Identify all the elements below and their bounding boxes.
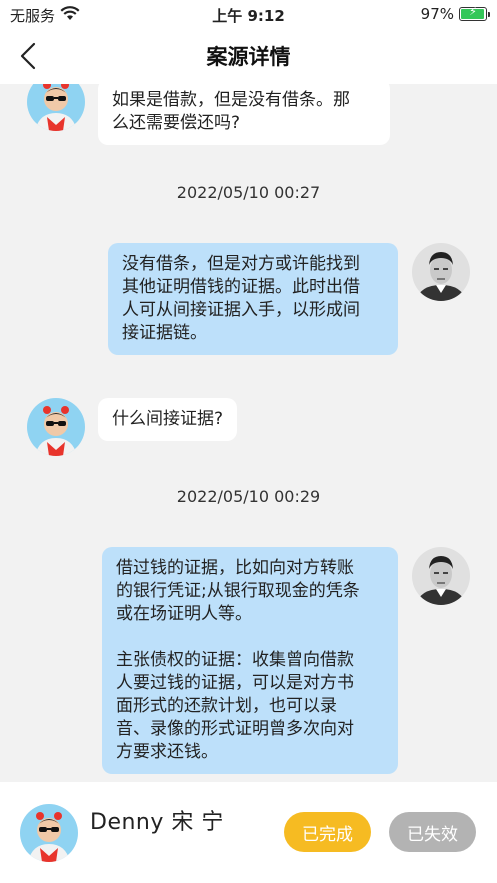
- man-avatar-icon: [412, 547, 470, 605]
- child-avatar-icon: [20, 804, 78, 862]
- lawyer-avatar[interactable]: [412, 547, 470, 605]
- message-timestamp: 2022/05/10 00:27: [176, 183, 321, 202]
- man-avatar-icon: [412, 243, 470, 301]
- nav-bar: 案源详情: [0, 28, 497, 84]
- charging-bolt-icon: ⚡: [469, 5, 477, 18]
- battery-percent: 97%: [420, 5, 454, 23]
- client-name: Denny 宋 宁: [90, 810, 224, 835]
- status-bar: 无服务 上午 9:12 97% ⚡: [0, 0, 497, 28]
- lawyer-avatar[interactable]: [412, 243, 470, 301]
- status-right: 97% ⚡: [420, 5, 490, 23]
- case-footer: Denny 宋 宁 已完成 已失效: [0, 782, 497, 883]
- child-avatar-icon: [27, 84, 85, 131]
- battery-icon: ⚡: [459, 5, 490, 21]
- message-bubble[interactable]: 没有借条，但是对方或许能找到 其他证明借钱的证据。此时出借 人可从间接证据入手，…: [108, 243, 398, 355]
- page-title: 案源详情: [206, 45, 291, 69]
- message-timestamp: 2022/05/10 00:29: [176, 487, 321, 506]
- message-bubble[interactable]: 什么间接证据?: [98, 398, 238, 441]
- chat-area[interactable]: 如果是借款，但是没有借条。那 么还需要偿还吗? 2022/05/10 00:27…: [0, 84, 497, 782]
- client-avatar[interactable]: [27, 398, 85, 456]
- client-avatar[interactable]: [20, 804, 78, 862]
- expired-button[interactable]: 已失效: [389, 812, 476, 852]
- message-bubble[interactable]: 借过钱的证据，比如向对方转账 的银行凭证;从银行取现金的凭条 或在场证明人等。 …: [102, 547, 398, 774]
- child-avatar-icon: [27, 398, 85, 456]
- completed-button[interactable]: 已完成: [284, 812, 371, 852]
- message-bubble[interactable]: 如果是借款，但是没有借条。那 么还需要偿还吗?: [98, 84, 390, 145]
- client-avatar[interactable]: [27, 84, 85, 131]
